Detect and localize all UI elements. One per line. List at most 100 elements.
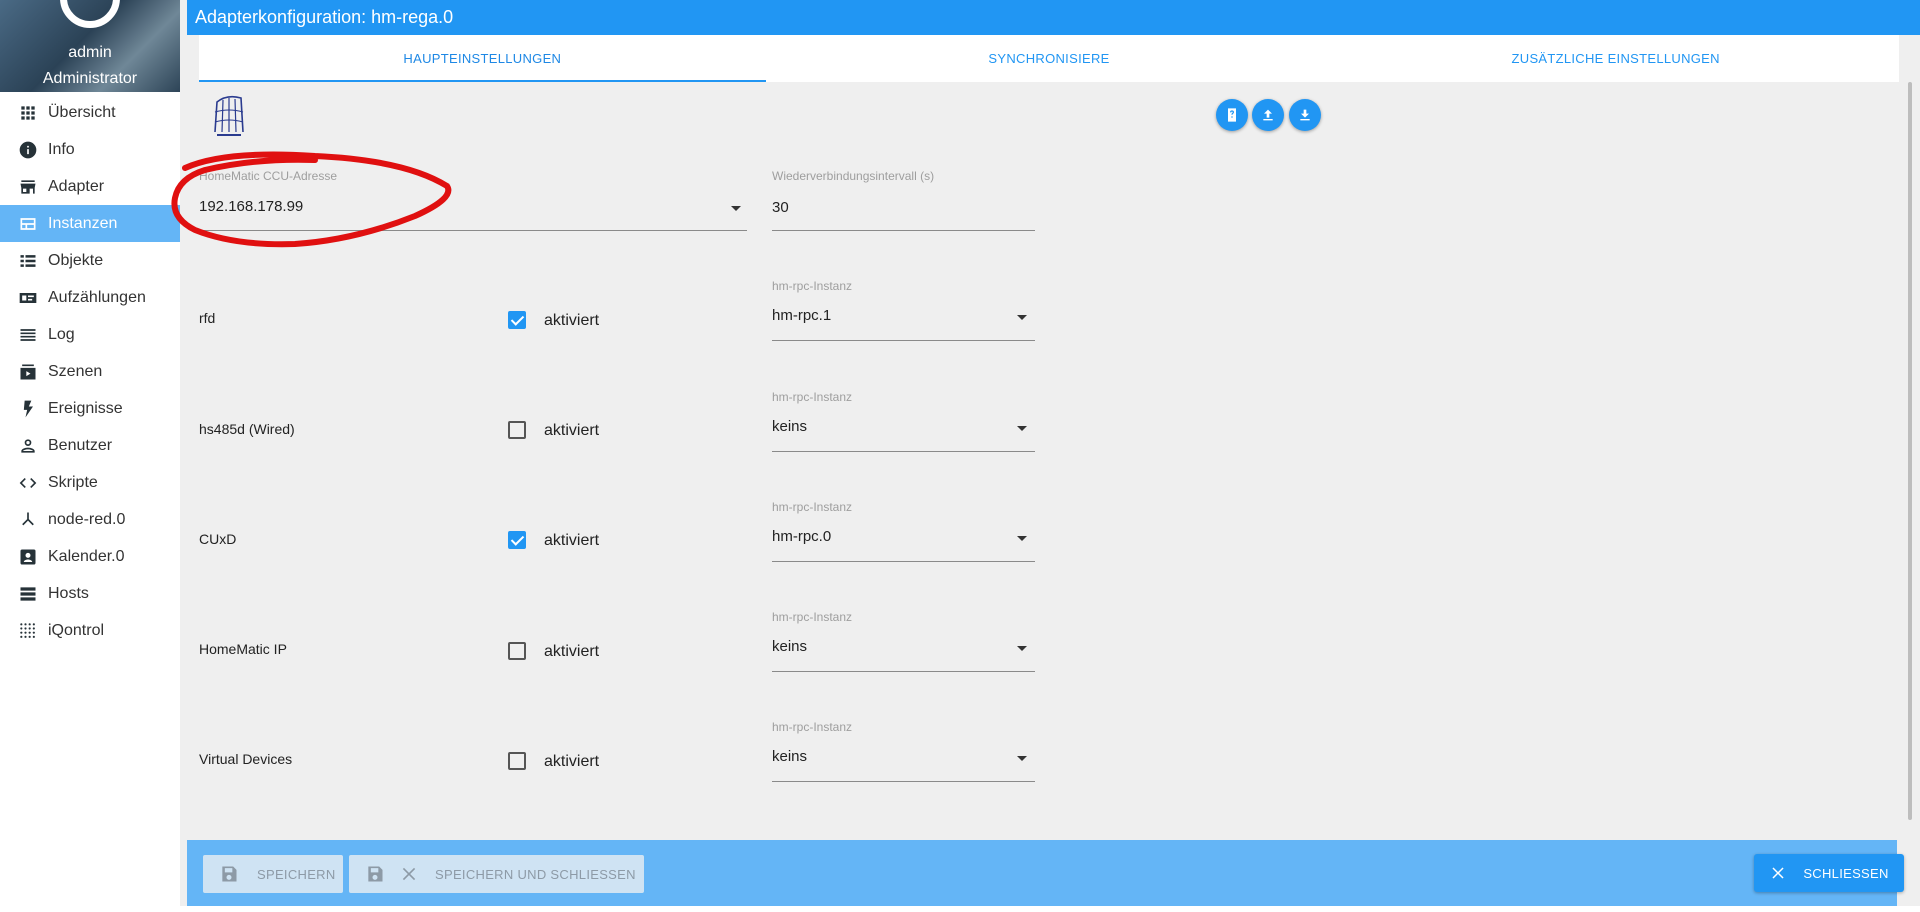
- sidebar-item-label: Szenen: [48, 362, 103, 380]
- enum-icon: [18, 288, 38, 308]
- sidebar-item-node-red[interactable]: node-red.0: [0, 501, 180, 538]
- instance-label: hm-rpc-Instanz: [772, 279, 853, 293]
- hs485d-checkbox-label: aktiviert: [544, 422, 600, 439]
- homematic-ip-checkbox[interactable]: [508, 642, 526, 660]
- dots-grid-icon: [18, 621, 38, 641]
- store-icon: [18, 177, 38, 197]
- help-book-icon: [1228, 108, 1236, 122]
- bottom-strip: [0, 906, 1920, 912]
- sidebar-item-label: Hosts: [48, 584, 89, 602]
- user-role: Administrator: [42, 70, 138, 87]
- save-button[interactable]: SPEICHERN: [203, 855, 343, 893]
- hs485d-instance-select[interactable]: keins: [772, 418, 807, 435]
- homematic-ip-checkbox-label: aktiviert: [544, 643, 600, 660]
- save-and-close-button-label: SPEICHERN UND SCHLIESSEN: [435, 866, 636, 882]
- sidebar: admin Administrator Übersicht Info Adapt…: [0, 0, 180, 912]
- sidebar-item-ereignisse[interactable]: Ereignisse: [0, 390, 180, 427]
- reconnect-interval-input[interactable]: 30: [772, 199, 789, 216]
- close-button-label: SCHLIESSEN: [1803, 865, 1889, 881]
- upload-icon: [1263, 109, 1273, 121]
- tab-bar: HAUPTEINSTELLUNGEN SYNCHRONISIERE ZUSÄTZ…: [199, 35, 1899, 82]
- list-icon: [18, 251, 38, 271]
- reconnect-interval-underline: [772, 230, 1035, 231]
- sidebar-item-label: iQontrol: [48, 621, 105, 639]
- rfd-instance-select[interactable]: hm-rpc.1: [772, 307, 831, 324]
- reconnect-interval-label: Wiederverbindungsintervall (s): [772, 169, 935, 183]
- ccu-address-underline: [199, 230, 747, 231]
- bolt-icon: [18, 399, 38, 419]
- save-icon: [368, 866, 383, 882]
- log-icon: [18, 325, 38, 345]
- homematic-logo: [214, 95, 244, 136]
- sidebar-item-adapter[interactable]: Adapter: [0, 168, 180, 205]
- tab-haupteinstellungen[interactable]: HAUPTEINSTELLUNGEN: [199, 35, 766, 82]
- help-button[interactable]: [1216, 99, 1248, 131]
- sidebar-item-skripte[interactable]: Skripte: [0, 464, 180, 501]
- save-button-label: SPEICHERN: [257, 866, 336, 882]
- instance-label: hm-rpc-Instanz: [772, 390, 853, 404]
- chevron-down-icon[interactable]: [1017, 536, 1027, 541]
- sidebar-item-label: Log: [48, 325, 75, 343]
- tab-zusaetzliche-einstellungen[interactable]: ZUSÄTZLICHE EINSTELLUNGEN: [1332, 35, 1899, 82]
- rfd-instance-underline: [772, 340, 1035, 341]
- sidebar-item-benutzer[interactable]: Benutzer: [0, 427, 180, 464]
- sidebar-item-objekte[interactable]: Objekte: [0, 242, 180, 279]
- sidebar-item-uebersicht[interactable]: Übersicht: [0, 94, 180, 131]
- instance-label: hm-rpc-Instanz: [772, 720, 853, 734]
- sidebar-item-label: Skripte: [48, 473, 98, 491]
- close-icon: [402, 867, 416, 881]
- row-label-homematic-ip: HomeMatic IP: [199, 641, 287, 657]
- user-card: admin Administrator: [0, 0, 180, 92]
- sidebar-item-log[interactable]: Log: [0, 316, 180, 353]
- close-icon: [1772, 867, 1784, 879]
- sidebar-item-iqontrol[interactable]: iQontrol: [0, 612, 180, 649]
- chevron-down-icon[interactable]: [1017, 756, 1027, 761]
- row-label-rfd: rfd: [199, 310, 216, 326]
- sidebar-item-info[interactable]: Info: [0, 131, 180, 168]
- chevron-down-icon[interactable]: [731, 206, 741, 211]
- homematic-ip-instance-select[interactable]: keins: [772, 638, 807, 655]
- virtual-devices-instance-select[interactable]: keins: [772, 748, 807, 765]
- sidebar-item-kalender[interactable]: Kalender.0: [0, 538, 180, 575]
- sidebar-item-szenen[interactable]: Szenen: [0, 353, 180, 390]
- info-icon: [18, 140, 38, 160]
- chevron-down-icon[interactable]: [1017, 646, 1027, 651]
- sidebar-item-label: Kalender.0: [48, 547, 125, 565]
- hs485d-checkbox[interactable]: [508, 421, 526, 439]
- scenes-icon: [18, 362, 38, 382]
- rfd-checkbox[interactable]: [508, 311, 526, 329]
- close-button[interactable]: SCHLIESSEN: [1754, 854, 1904, 892]
- sidebar-item-label: Adapter: [48, 177, 105, 195]
- sidebar-item-aufzaehlungen[interactable]: Aufzählungen: [0, 279, 180, 316]
- sidebar-item-instanzen[interactable]: Instanzen: [0, 205, 180, 242]
- homematic-ip-instance-underline: [772, 671, 1035, 672]
- user-name: admin: [68, 44, 112, 61]
- instance-label: hm-rpc-Instanz: [772, 610, 853, 624]
- row-label-virtual-devices: Virtual Devices: [199, 751, 293, 767]
- save-and-close-button[interactable]: SPEICHERN UND SCHLIESSEN: [349, 855, 644, 893]
- code-icon: [18, 473, 38, 493]
- scrollbar[interactable]: [1908, 82, 1912, 820]
- chevron-down-icon[interactable]: [1017, 315, 1027, 320]
- cuxd-checkbox[interactable]: [508, 531, 526, 549]
- cuxd-instance-underline: [772, 561, 1035, 562]
- user-icon: [18, 436, 38, 456]
- sidebar-item-label: Info: [48, 140, 75, 158]
- sidebar-nav: Übersicht Info Adapter Instanzen Objekte…: [0, 94, 180, 649]
- sidebar-item-label: Benutzer: [48, 436, 113, 454]
- upload-button[interactable]: [1252, 99, 1284, 131]
- ccu-address-select[interactable]: 192.168.178.99: [199, 198, 303, 215]
- chevron-down-icon[interactable]: [1017, 426, 1027, 431]
- tab-synchronisiere[interactable]: SYNCHRONISIERE: [766, 35, 1333, 82]
- save-icon: [222, 866, 237, 882]
- cuxd-instance-select[interactable]: hm-rpc.0: [772, 528, 831, 545]
- download-button[interactable]: [1289, 99, 1321, 131]
- virtual-devices-checkbox[interactable]: [508, 752, 526, 770]
- sidebar-item-label: node-red.0: [48, 510, 126, 528]
- rfd-checkbox-label: aktiviert: [544, 312, 600, 329]
- sidebar-item-label: Instanzen: [48, 214, 118, 232]
- cuxd-checkbox-label: aktiviert: [544, 532, 600, 549]
- bottom-toolbar: SPEICHERN SPEICHERN UND SCHLIESSEN SCHLI…: [187, 840, 1904, 906]
- sidebar-item-hosts[interactable]: Hosts: [0, 575, 180, 612]
- instances-icon: [18, 214, 38, 234]
